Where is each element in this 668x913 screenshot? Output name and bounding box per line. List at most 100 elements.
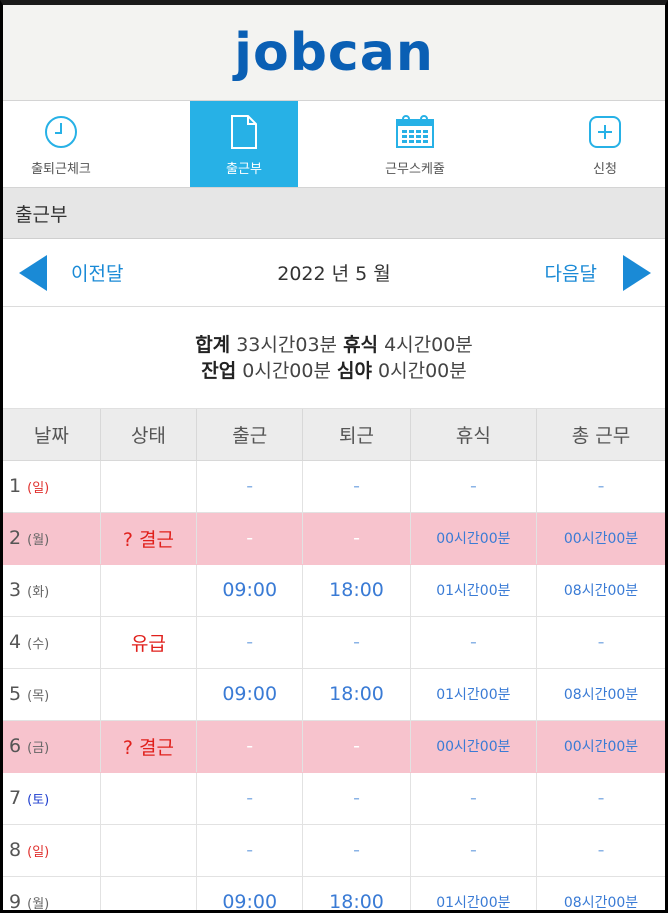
clock-in-cell: - (196, 824, 304, 877)
status-cell (100, 564, 198, 617)
clock-icon (44, 112, 78, 152)
status-cell[interactable]: ? 결근 (100, 720, 198, 773)
clock-in-cell: 09:00 (196, 668, 304, 721)
break-cell: 01시간00분 (410, 564, 538, 617)
total-label: 합계 (195, 333, 231, 356)
status-cell (100, 824, 198, 877)
total-work-cell: 08시간00분 (536, 876, 665, 910)
date-cell: 5 (목) (3, 668, 101, 721)
night-value: 0시간00분 (378, 359, 467, 382)
total-work-cell: - (536, 616, 665, 669)
previous-month-button[interactable]: 이전달 (15, 253, 123, 293)
day-number: 2 (9, 527, 22, 549)
next-month-button[interactable]: 다음달 (545, 253, 655, 293)
table-row[interactable]: 8 (일) - - - - (3, 824, 665, 877)
table-row[interactable]: 2 (월) ? 결근 - - 00시간00분 00시간00분 (3, 512, 665, 565)
clock-out-cell: - (302, 720, 411, 773)
day-number: 4 (9, 631, 22, 653)
day-number: 8 (9, 839, 22, 861)
clock-out-cell: - (302, 512, 411, 565)
break-cell: - (410, 616, 538, 669)
overtime-label: 잔업 (201, 359, 237, 382)
date-cell: 4 (수) (3, 616, 101, 669)
attendance-table: 날짜 상태 출근 퇴근 휴식 총 근무 1 (일) - - - - 2 (월) … (3, 409, 665, 912)
document-icon (230, 112, 258, 152)
total-value: 33시간03분 (236, 333, 338, 356)
nav-item-request[interactable]: 신청 (545, 101, 665, 187)
column-header-status[interactable]: 상태 (100, 409, 198, 461)
clock-in-cell: - (196, 460, 304, 513)
jobcan-logo[interactable]: jobcan (234, 23, 434, 83)
day-number: 6 (9, 735, 22, 757)
weekday-label: (금) (27, 741, 50, 756)
clock-out-cell: - (302, 616, 411, 669)
column-header-total[interactable]: 총 근무 (536, 409, 665, 461)
table-row[interactable]: 7 (토) - - - - (3, 772, 665, 825)
clock-out-cell: 18:00 (302, 876, 411, 910)
weekday-label: (수) (27, 637, 50, 652)
day-number: 5 (9, 683, 22, 705)
status-cell[interactable]: ? 결근 (100, 512, 198, 565)
date-cell: 8 (일) (3, 824, 101, 877)
break-cell: 01시간00분 (410, 668, 538, 721)
column-header-clock-out[interactable]: 퇴근 (302, 409, 411, 461)
table-row[interactable]: 6 (금) ? 결근 - - 00시간00분 00시간00분 (3, 720, 665, 773)
nav-item-clock-check[interactable]: 출퇴근체크 (3, 101, 119, 187)
date-cell: 2 (월) (3, 512, 101, 565)
column-header-date[interactable]: 날짜 (3, 409, 101, 461)
nav-item-label: 출근부 (226, 161, 262, 177)
weekday-label: (화) (27, 585, 50, 600)
clock-in-cell: - (196, 720, 304, 773)
nav-item-label: 신청 (593, 161, 617, 177)
date-cell: 9 (월) (3, 876, 101, 912)
weekday-label: (토) (27, 793, 50, 808)
nav-item-label: 근무스케쥴 (385, 161, 445, 177)
day-number: 1 (9, 475, 22, 497)
arrow-left-icon (19, 254, 47, 291)
nav-item-attendance[interactable]: 출근부 (190, 101, 298, 187)
total-work-cell: - (536, 824, 665, 877)
day-number: 7 (9, 787, 22, 809)
table-row[interactable]: 1 (일) - - - - (3, 460, 665, 513)
break-cell: - (410, 460, 538, 513)
table-row[interactable]: 4 (수) 유급 - - - - (3, 616, 665, 669)
summary-line-1: 합계 33시간03분 휴식 4시간00분 (195, 332, 473, 358)
total-work-cell: 08시간00분 (536, 564, 665, 617)
overtime-value: 0시간00분 (242, 359, 331, 382)
column-header-clock-in[interactable]: 출근 (196, 409, 304, 461)
date-cell: 3 (화) (3, 564, 101, 617)
total-work-cell: 08시간00분 (536, 668, 665, 721)
total-work-cell: - (536, 772, 665, 825)
calendar-icon (395, 112, 435, 152)
date-cell: 6 (금) (3, 720, 101, 773)
nav-item-schedule[interactable]: 근무스케쥴 (357, 101, 473, 187)
break-value: 4시간00분 (384, 333, 473, 356)
plus-icon (588, 112, 622, 152)
column-header-break[interactable]: 휴식 (410, 409, 538, 461)
status-cell (100, 668, 198, 721)
weekday-label: (월) (27, 897, 50, 912)
table-row[interactable]: 3 (화) 09:00 18:00 01시간00분 08시간00분 (3, 564, 665, 617)
table-row[interactable]: 9 (월) 09:00 18:00 01시간00분 08시간00분 (3, 876, 665, 912)
table-row[interactable]: 5 (목) 09:00 18:00 01시간00분 08시간00분 (3, 668, 665, 721)
clock-in-cell: - (196, 616, 304, 669)
month-navigation: 이전달 2022 년 5 월 다음달 (3, 239, 665, 307)
break-cell: - (410, 772, 538, 825)
status-cell (100, 876, 198, 910)
arrow-right-icon (623, 254, 651, 291)
clock-out-cell: 18:00 (302, 564, 411, 617)
status-cell (100, 772, 198, 825)
total-work-cell: - (536, 460, 665, 513)
attendance-summary: 합계 33시간03분 휴식 4시간00분 잔업 0시간00분 심야 0시간00분 (3, 307, 665, 409)
break-cell: - (410, 824, 538, 877)
app-header: jobcan (3, 5, 665, 101)
day-number: 3 (9, 579, 22, 601)
clock-out-cell: - (302, 460, 411, 513)
clock-out-cell: - (302, 824, 411, 877)
nav-item-label: 출퇴근체크 (31, 161, 91, 177)
main-nav: 출퇴근체크 출근부 근무스케쥴 신청 (3, 101, 665, 188)
status-cell[interactable]: 유급 (100, 616, 198, 669)
